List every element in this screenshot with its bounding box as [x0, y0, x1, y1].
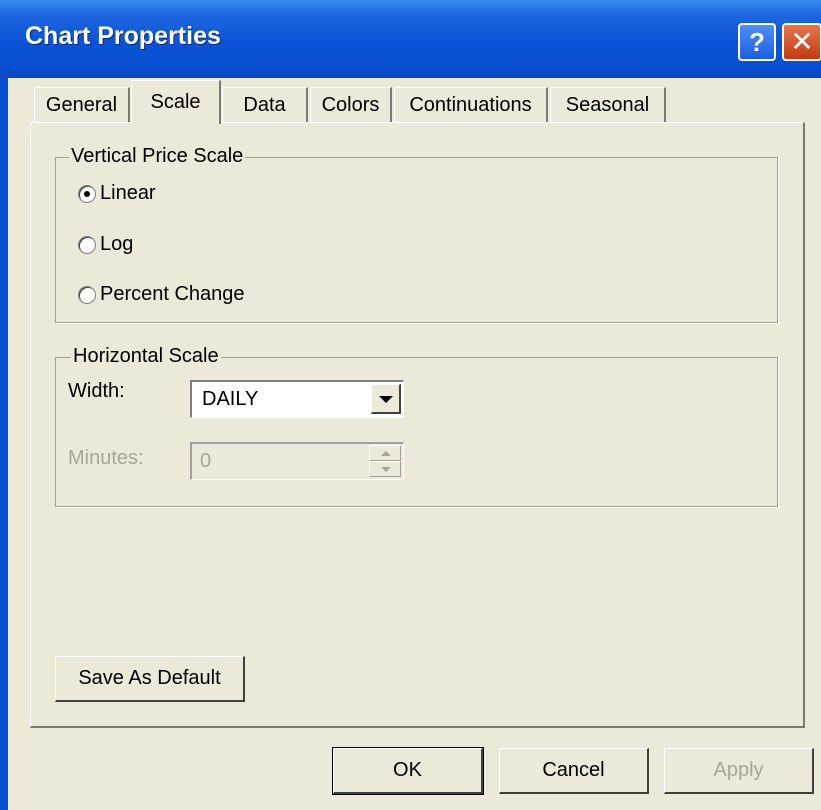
tab-label: Seasonal [565, 94, 650, 116]
apply-button: Apply [664, 748, 814, 794]
tab-label: General [45, 94, 118, 116]
close-button[interactable]: ✕ [782, 23, 821, 61]
tab-seasonal[interactable]: Seasonal [550, 87, 666, 123]
tab-general[interactable]: General [34, 87, 130, 123]
tab-continuations[interactable]: Continuations [394, 87, 548, 123]
vertical-price-scale-legend: Vertical Price Scale [69, 145, 246, 168]
tab-label: Colors [321, 94, 380, 116]
save-as-default-label: Save As Default [78, 667, 221, 689]
cancel-button[interactable]: Cancel [499, 748, 649, 794]
radio-linear-label: Linear [100, 182, 156, 204]
minutes-value: 0 [200, 450, 212, 472]
radio-percent-change-label: Percent Change [100, 283, 245, 305]
tab-label: Continuations [409, 94, 532, 116]
minutes-spinbox: 0 [190, 442, 404, 480]
tab-colors[interactable]: Colors [310, 87, 392, 123]
horizontal-scale-group [55, 357, 778, 507]
close-icon: ✕ [790, 26, 814, 57]
radio-log[interactable]: Log [78, 233, 133, 256]
tab-data[interactable]: Data [222, 87, 308, 123]
minutes-label: Minutes: [68, 447, 144, 469]
tab-label: Data [243, 94, 286, 116]
radio-button-icon[interactable] [78, 184, 96, 203]
ok-label: OK [393, 759, 422, 781]
save-as-default-button[interactable]: Save As Default [55, 656, 245, 702]
radio-log-label: Log [100, 233, 134, 255]
tab-scale[interactable]: Scale [131, 80, 221, 124]
chevron-down-icon[interactable] [371, 384, 401, 414]
ok-button[interactable]: OK [332, 747, 484, 795]
cancel-label: Cancel [542, 759, 605, 781]
title-bar[interactable]: Chart Properties ? ✕ [0, 0, 821, 78]
radio-button-icon[interactable] [78, 285, 96, 304]
spin-up-icon [369, 445, 401, 461]
spin-down-icon [369, 461, 401, 477]
help-button[interactable]: ? [738, 23, 776, 61]
window-title: Chart Properties [25, 22, 221, 50]
window-border-left [0, 78, 8, 810]
radio-button-icon[interactable] [78, 235, 96, 254]
horizontal-scale-legend: Horizontal Scale [71, 345, 221, 368]
apply-label: Apply [713, 759, 764, 781]
width-combobox-value: DAILY [202, 388, 259, 410]
radio-linear[interactable]: Linear [78, 182, 156, 205]
width-label: Width: [68, 380, 125, 402]
width-combobox[interactable]: DAILY [190, 380, 404, 418]
radio-percent-change[interactable]: Percent Change [78, 283, 245, 306]
tab-label: Scale [150, 91, 201, 113]
help-icon: ? [749, 27, 765, 57]
